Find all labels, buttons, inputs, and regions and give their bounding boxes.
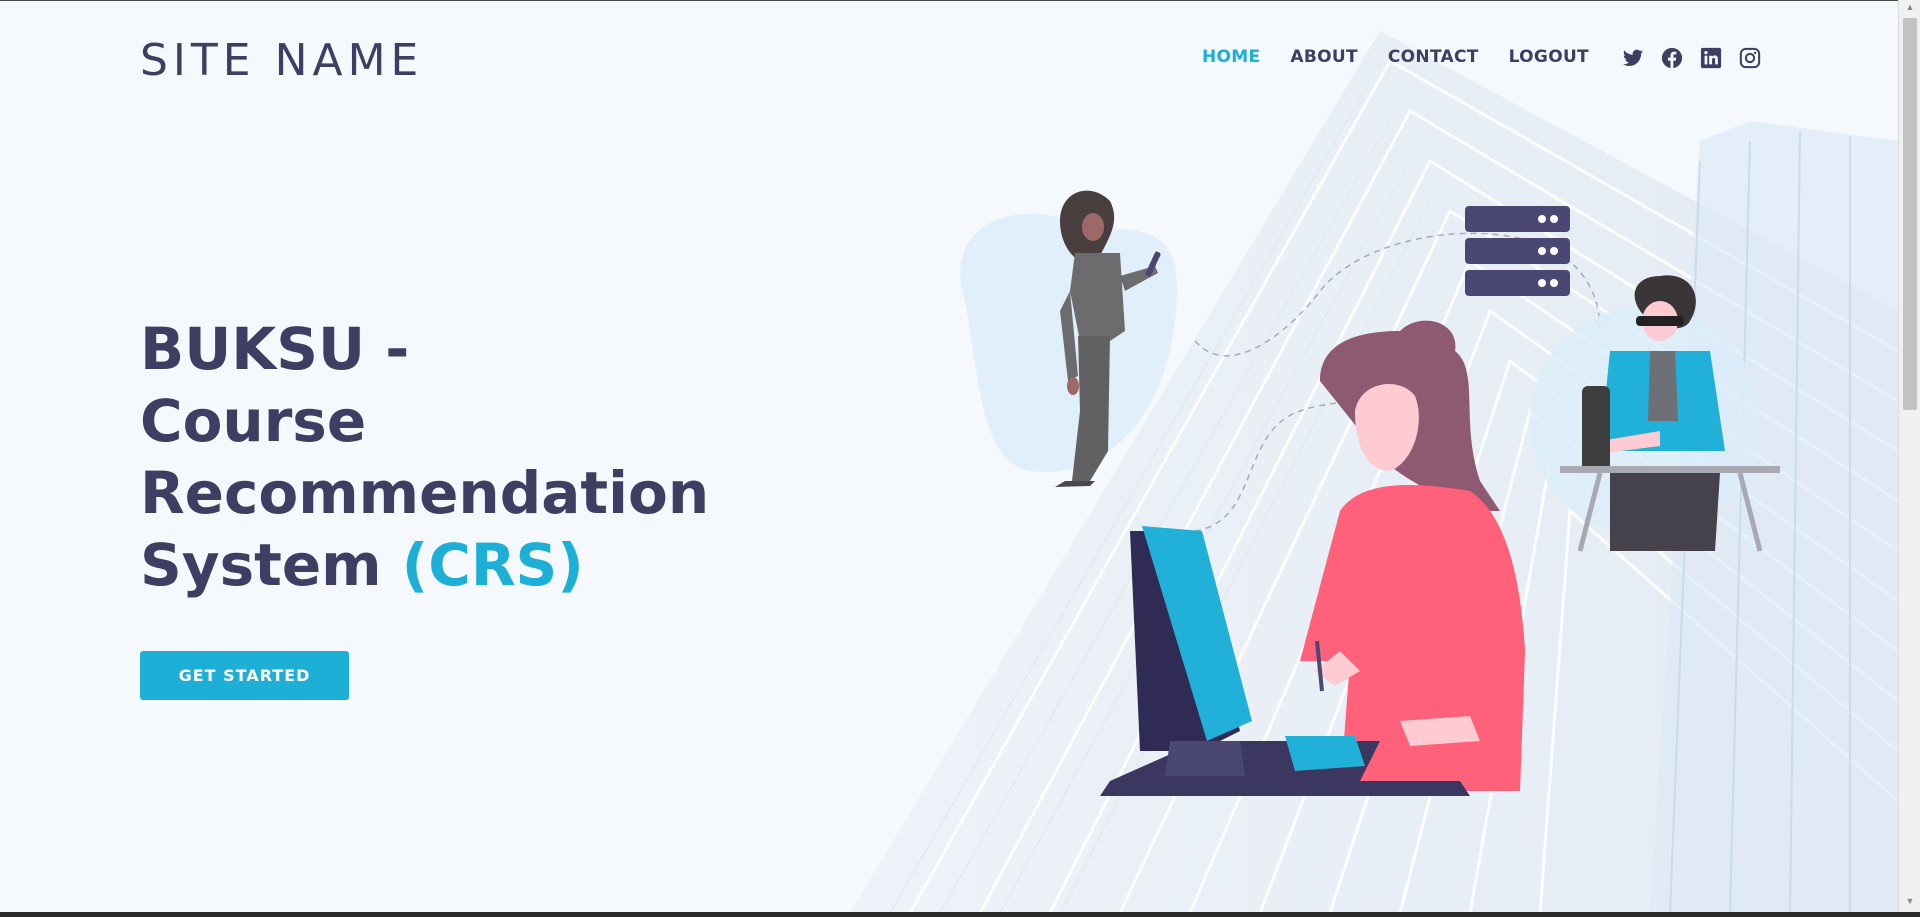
- hero-title-accent: (CRS): [401, 531, 584, 599]
- server-stack-figure: [1465, 206, 1570, 296]
- hero-illustration: [960, 190, 1780, 796]
- instagram-icon[interactable]: [1739, 47, 1761, 69]
- page: SITE NAME HOME ABOUT CONTACT LOGOUT BUKS…: [0, 0, 1898, 912]
- hero-title-line-1: BUKSU -: [140, 315, 410, 383]
- facebook-icon[interactable]: [1661, 47, 1683, 69]
- scroll-up-arrow-icon[interactable]: ▲: [1899, 2, 1920, 16]
- get-started-button[interactable]: GET STARTED: [140, 651, 349, 700]
- window-bottom-border: [0, 912, 1920, 917]
- hero-title: BUKSU - Course Recommendation System (CR…: [140, 313, 780, 601]
- hero-title-line-4: System: [140, 531, 402, 599]
- twitter-icon[interactable]: [1622, 47, 1644, 69]
- hero-title-line-2: Course: [140, 387, 367, 455]
- hero-title-line-3: Recommendation: [140, 459, 710, 527]
- nav-about-link[interactable]: ABOUT: [1290, 47, 1357, 67]
- main-nav: HOME ABOUT CONTACT LOGOUT: [1202, 47, 1589, 67]
- nav-contact-link[interactable]: CONTACT: [1388, 47, 1479, 67]
- woman-at-computer-figure: [1100, 320, 1525, 796]
- scrollbar-thumb[interactable]: [1903, 18, 1917, 410]
- nav-home-link[interactable]: HOME: [1202, 47, 1260, 67]
- site-logo[interactable]: SITE NAME: [140, 35, 423, 86]
- social-links: [1622, 47, 1761, 69]
- vertical-scrollbar[interactable]: ▲ ▼: [1898, 0, 1920, 912]
- nav-logout-link[interactable]: LOGOUT: [1509, 47, 1589, 67]
- linkedin-icon[interactable]: [1700, 47, 1722, 69]
- scroll-down-arrow-icon[interactable]: ▼: [1899, 896, 1920, 910]
